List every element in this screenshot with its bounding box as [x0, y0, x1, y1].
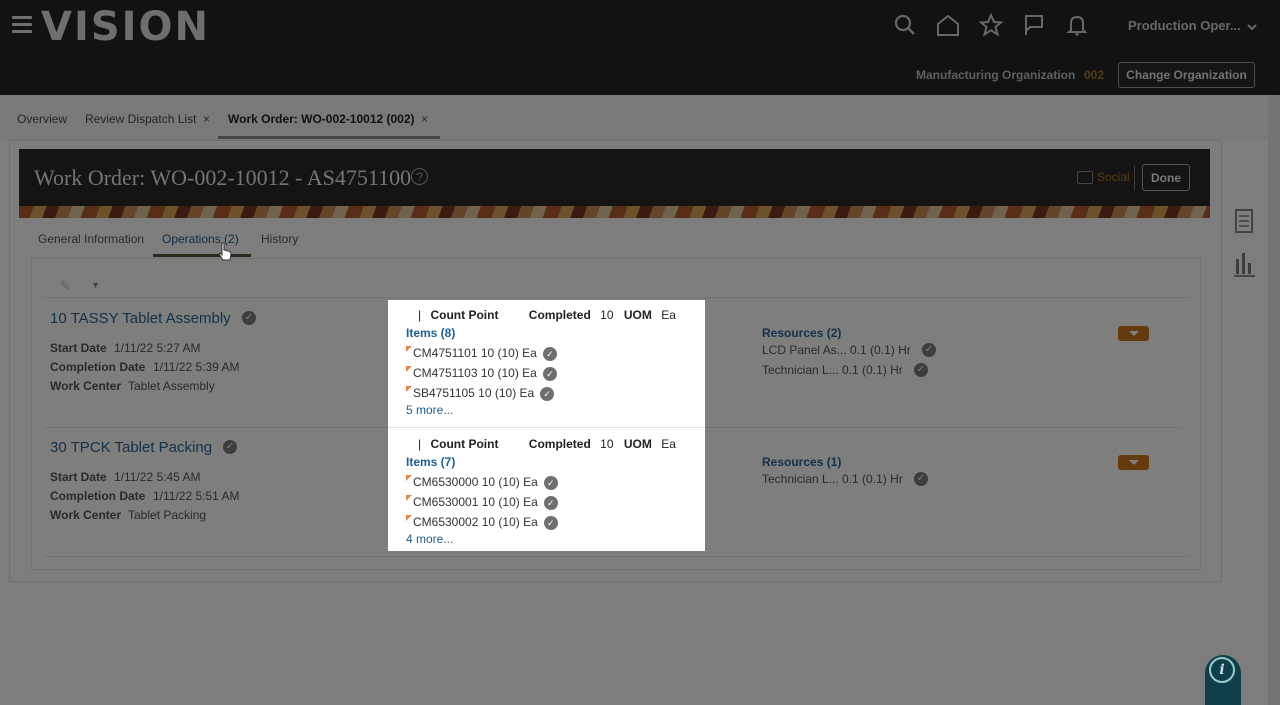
list-item: CM6530002 10 (10) Ea ✓	[413, 515, 558, 530]
item-text: CM4751101 10 (10) Ea	[413, 346, 537, 360]
check-icon: ✓	[542, 346, 557, 361]
uom-value: Ea	[661, 437, 676, 451]
list-item: CM6530000 10 (10) Ea ✓	[413, 475, 558, 490]
completed-label: Completed	[528, 437, 591, 451]
item-text: CM6530000 10 (10) Ea	[413, 475, 538, 489]
uom-label: UOM	[623, 308, 652, 322]
check-icon: ✓	[543, 475, 558, 490]
separator: |	[418, 437, 422, 451]
completed-value: 10	[600, 308, 614, 322]
items-link[interactable]: Items (7)	[406, 455, 455, 469]
list-item: SB4751105 10 (10) Ea ✓	[413, 386, 555, 401]
flag-icon	[406, 475, 412, 481]
item-text: CM6530001 10 (10) Ea	[413, 495, 538, 509]
completed-value: 10	[600, 437, 614, 451]
count-point-header: | Count Point Completed 10 UOM Ea	[406, 308, 676, 322]
check-icon: ✓	[543, 515, 558, 530]
count-point-label: Count Point	[430, 437, 499, 451]
info-icon[interactable]: i	[1209, 657, 1235, 683]
item-text: CM6530002 10 (10) Ea	[413, 515, 538, 529]
count-point-header: | Count Point Completed 10 UOM Ea	[406, 437, 676, 451]
list-item: CM6530001 10 (10) Ea ✓	[413, 495, 558, 510]
check-icon: ✓	[540, 386, 555, 401]
separator: |	[418, 308, 422, 322]
item-text: SB4751105 10 (10) Ea	[413, 386, 535, 400]
mouse-cursor-icon	[218, 242, 232, 261]
list-item: CM4751103 10 (10) Ea ✓	[413, 366, 557, 381]
items-link[interactable]: Items (8)	[406, 326, 455, 340]
flag-icon	[406, 515, 412, 521]
uom-label: UOM	[623, 437, 652, 451]
count-point-popup: | Count Point Completed 10 UOM Ea Items …	[388, 300, 705, 551]
check-icon: ✓	[542, 366, 557, 381]
list-item: CM4751101 10 (10) Ea ✓	[413, 346, 557, 361]
flag-icon	[406, 495, 412, 501]
flag-icon	[406, 366, 412, 372]
more-items-link[interactable]: 4 more...	[406, 532, 453, 546]
check-icon: ✓	[543, 495, 558, 510]
more-items-link[interactable]: 5 more...	[406, 403, 453, 417]
divider	[388, 427, 705, 428]
uom-value: Ea	[661, 308, 676, 322]
flag-icon	[406, 386, 412, 392]
completed-label: Completed	[528, 308, 591, 322]
item-text: CM4751103 10 (10) Ea	[413, 366, 537, 380]
count-point-label: Count Point	[430, 308, 499, 322]
flag-icon	[406, 346, 412, 352]
